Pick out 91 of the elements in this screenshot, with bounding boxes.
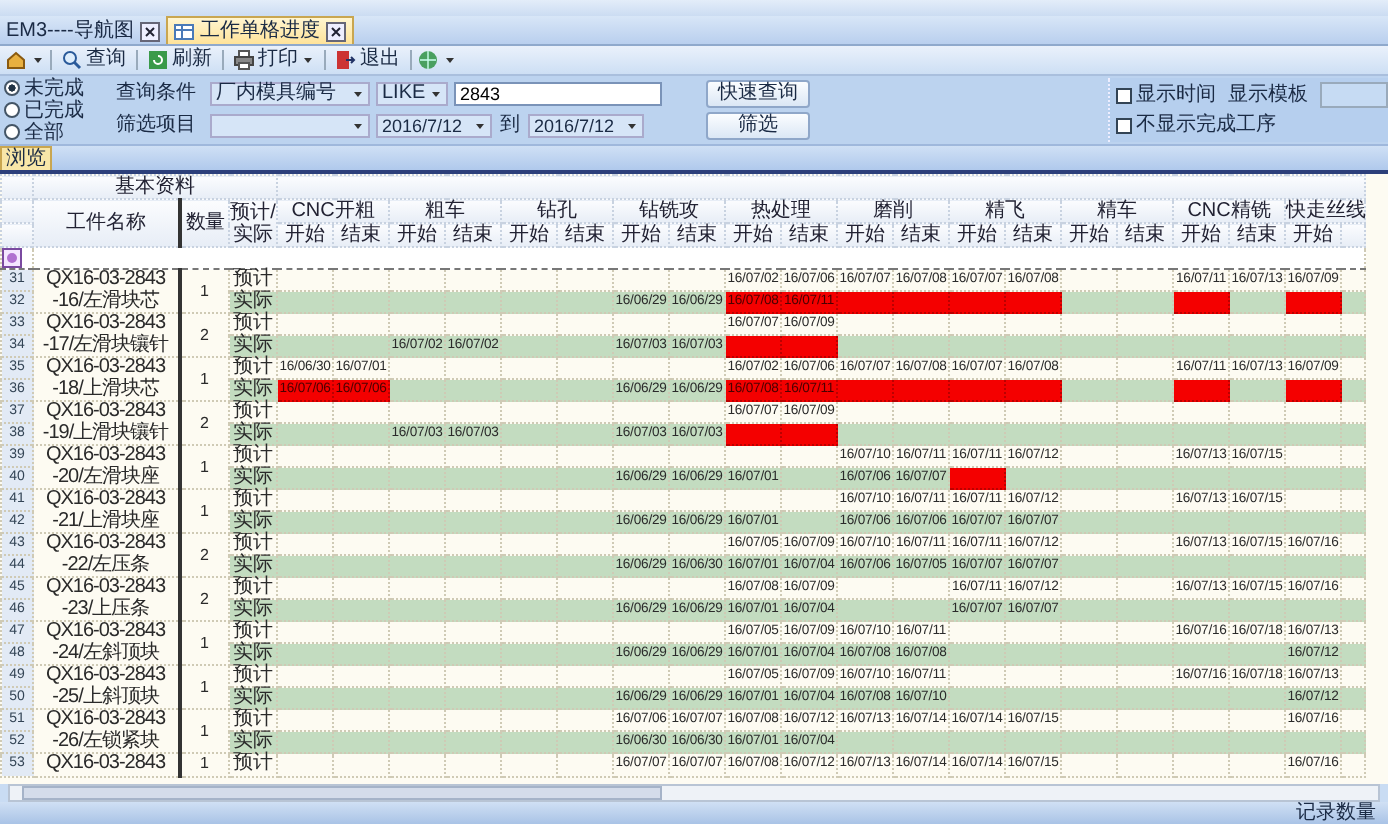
column-group-header: 磨削 xyxy=(837,199,950,223)
column-group-header: CNC开粗 xyxy=(277,199,390,223)
part-name: QX16-03-2843 -21/上滑块座 xyxy=(33,489,179,533)
checkbox-option[interactable]: 显示时间 xyxy=(1116,83,1216,107)
horizontal-scrollbar[interactable] xyxy=(8,784,1380,802)
row-type-label: 预计 xyxy=(229,709,278,731)
caret-icon xyxy=(352,88,364,100)
row-type-label: 预计 xyxy=(229,489,278,511)
part-name: QX16-03-2843 -24/左斜顶块 xyxy=(33,621,179,665)
row-type-label: 预计 xyxy=(229,533,278,555)
part-name: QX16-03-2843 -18/上滑块芯 xyxy=(33,357,179,401)
caret-icon[interactable] xyxy=(444,54,456,66)
row-type-label: 实际 xyxy=(229,555,278,577)
column-group-header: 钻孔 xyxy=(501,199,614,223)
date-picker[interactable]: 2016/7/12 xyxy=(528,114,644,138)
search-field[interactable]: 2843 xyxy=(454,82,662,106)
caret-icon xyxy=(352,120,364,132)
row-type-label: 实际 xyxy=(229,511,278,533)
row-type-label: 预计 xyxy=(229,621,278,643)
column-group-header: 精车 xyxy=(1061,199,1174,223)
close-icon[interactable] xyxy=(139,21,160,41)
caret-icon[interactable] xyxy=(32,54,44,66)
checkbox-option[interactable]: 不显示完成工序 xyxy=(1116,113,1276,137)
column-group-header: CNC精铣 xyxy=(1173,199,1286,223)
document-tab[interactable]: 工作单格进度 xyxy=(165,16,354,44)
column-group-header: 钻铣攻 xyxy=(613,199,726,223)
part-name: QX16-03-2843 -17/左滑块镶针 xyxy=(33,313,179,357)
row-type-label: 实际 xyxy=(229,467,278,489)
row-type-label: 预计 xyxy=(229,753,278,776)
column-group-header: 热处理 xyxy=(725,199,838,223)
part-name: QX16-03-2843 -26/左锁紧块 xyxy=(33,709,179,753)
part-name: QX16-03-2843 xyxy=(33,753,179,776)
document-tab[interactable]: EM3----导航图 xyxy=(0,18,166,44)
row-type-label: 预计 xyxy=(229,445,278,467)
row-type-label: 实际 xyxy=(229,335,278,357)
toolbar-button[interactable]: 查询 xyxy=(58,47,130,73)
row-type-label: 预计 xyxy=(229,665,278,687)
column-header[interactable]: 预计/实际 xyxy=(229,199,278,247)
filter-button[interactable]: 筛选 xyxy=(706,112,810,140)
exit-icon xyxy=(336,50,356,70)
close-icon[interactable] xyxy=(325,21,346,41)
part-name: QX16-03-2843 -25/上斜顶块 xyxy=(33,665,179,709)
table-icon xyxy=(173,21,194,41)
row-type-label: 预计 xyxy=(229,269,278,291)
dropdown[interactable]: 厂内模具编号 xyxy=(210,82,370,106)
toolbar-button[interactable]: 刷新 xyxy=(144,47,216,73)
column-group-header: 快走丝线 xyxy=(1285,199,1366,223)
row-type-label: 实际 xyxy=(229,643,278,665)
radio-option[interactable]: 未完成 xyxy=(4,77,100,99)
row-type-label: 实际 xyxy=(229,291,278,313)
view-tab[interactable]: 浏览 xyxy=(0,146,52,170)
part-name: QX16-03-2843 -16/左滑块芯 xyxy=(33,269,179,313)
row-type-label: 实际 xyxy=(229,423,278,445)
row-type-label: 预计 xyxy=(229,357,278,379)
row-type-label: 预计 xyxy=(229,401,278,423)
caret-icon xyxy=(302,54,314,66)
field-label: 显示模板 xyxy=(1228,83,1308,107)
part-name: QX16-03-2843 -23/上压条 xyxy=(33,577,179,621)
radio-option[interactable]: 已完成 xyxy=(4,99,100,121)
row-type-label: 实际 xyxy=(229,731,278,753)
part-name: QX16-03-2843 -20/左滑块座 xyxy=(33,445,179,489)
template-field[interactable] xyxy=(1320,82,1388,108)
row-type-label: 预计 xyxy=(229,577,278,599)
column-group-header: 基本资料 xyxy=(33,175,278,199)
part-name: QX16-03-2843 -22/左压条 xyxy=(33,533,179,577)
caret-icon xyxy=(430,88,442,100)
row-type-label: 实际 xyxy=(229,379,278,401)
refresh-icon xyxy=(148,50,168,70)
row-type-label: 预计 xyxy=(229,313,278,335)
caret-icon xyxy=(626,120,638,132)
caret-icon xyxy=(474,120,486,132)
home-icon[interactable] xyxy=(6,50,26,70)
column-header[interactable]: 工件名称 xyxy=(33,199,179,247)
range-label: 到 xyxy=(498,114,522,138)
row-type-label: 实际 xyxy=(229,687,278,709)
column-group-header: 精飞 xyxy=(949,199,1062,223)
field-label: 查询条件 xyxy=(116,82,198,106)
dropdown[interactable]: LIKE xyxy=(376,82,448,106)
radio-option[interactable]: 全部 xyxy=(4,121,100,143)
field-label: 筛选项目 xyxy=(116,114,198,138)
part-name: QX16-03-2843 -19/上滑块镶针 xyxy=(33,401,179,445)
record-count-label: 记录数量 xyxy=(1296,802,1376,824)
toolbar-button[interactable]: 打印 xyxy=(230,47,318,73)
search-icon xyxy=(62,50,82,70)
column-group-header: 粗车 xyxy=(389,199,502,223)
date-picker[interactable]: 2016/7/12 xyxy=(376,114,492,138)
printer-icon xyxy=(234,50,254,70)
row-type-label: 实际 xyxy=(229,599,278,621)
grid-settings-icon[interactable] xyxy=(2,248,22,268)
toolbar-button[interactable]: 退出 xyxy=(332,47,404,73)
filter-button[interactable]: 快速查询 xyxy=(706,80,810,108)
